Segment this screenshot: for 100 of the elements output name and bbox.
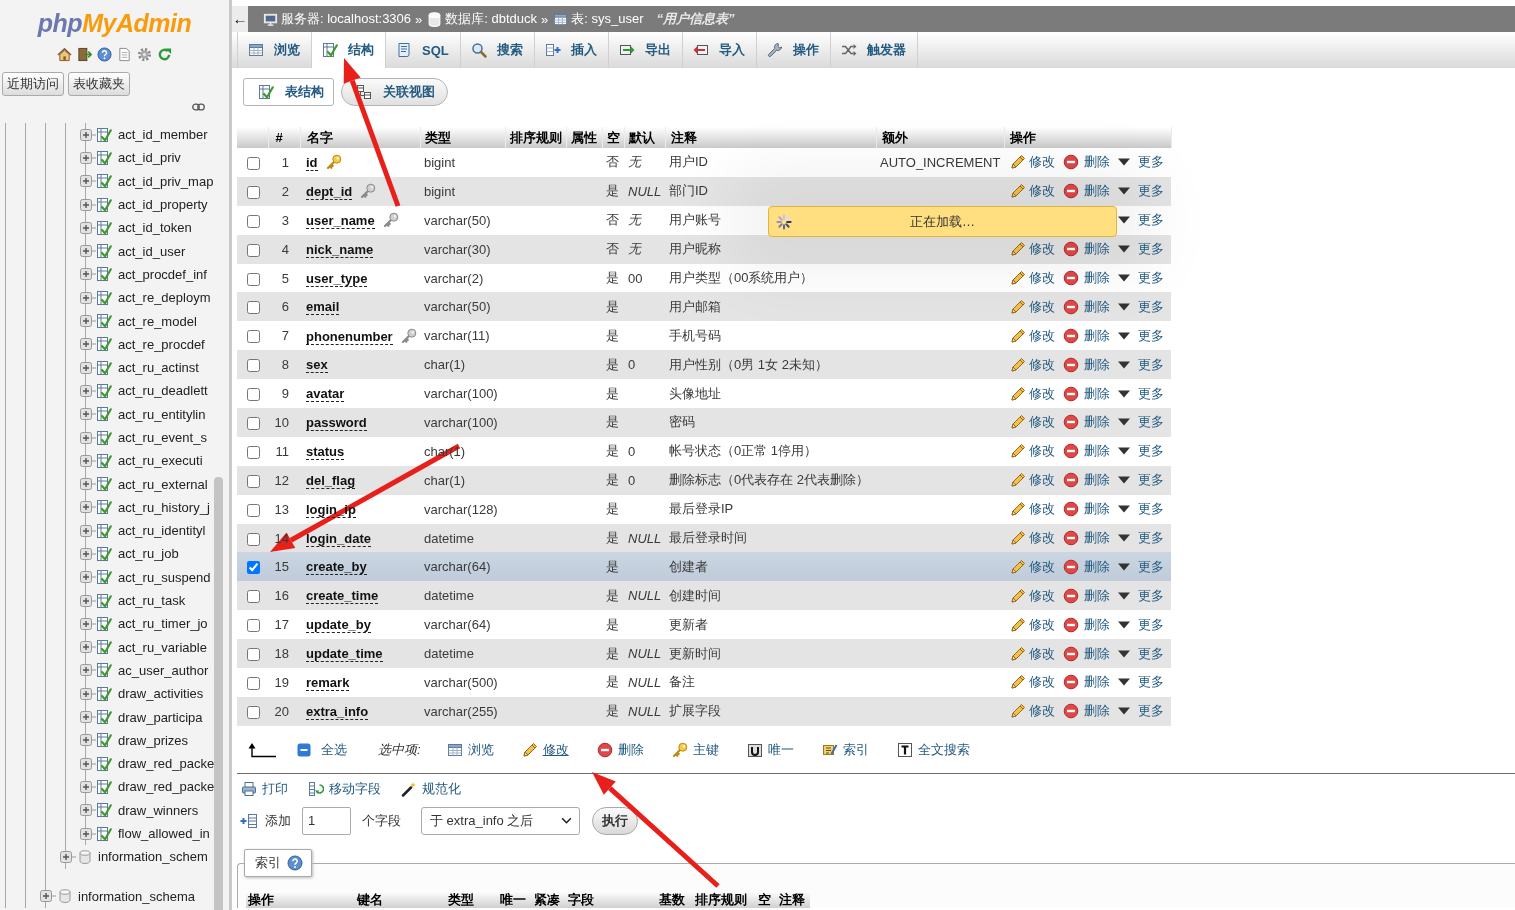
delete-link[interactable]: 删除 (1063, 153, 1118, 172)
edit-link[interactable]: 修改 (1010, 355, 1063, 374)
edit-link[interactable]: 修改 (521, 740, 569, 759)
delete-link[interactable]: 删除 (1063, 442, 1118, 461)
more-link[interactable]: 更多 (1118, 355, 1168, 374)
sidebar-table-link[interactable]: act_ru_job (118, 546, 179, 562)
delete-link[interactable]: 删除 (1063, 702, 1118, 721)
normalize-link[interactable]: 规范化 (401, 779, 461, 798)
edit-link[interactable]: 修改 (1010, 384, 1063, 403)
row-checkbox[interactable] (246, 156, 260, 170)
tab[interactable]: 触发器 (830, 32, 918, 68)
select-all-button[interactable]: 全选 (297, 740, 347, 759)
plus-box-icon[interactable] (80, 268, 96, 281)
delete-link[interactable]: 删除 (1063, 326, 1118, 345)
tab[interactable]: 搜索 (460, 32, 535, 68)
unique-link[interactable]: 唯一 (746, 740, 794, 759)
sidebar-table-link[interactable]: act_re_deploym (118, 290, 211, 306)
plus-box-icon[interactable] (80, 641, 96, 654)
edit-link[interactable]: 修改 (1010, 500, 1063, 519)
more-link[interactable]: 更多 (1118, 153, 1168, 172)
sidebar-table-link[interactable]: act_procdef_inf (118, 266, 207, 282)
execute-button[interactable]: 执行 (592, 806, 638, 835)
sidebar-database-link[interactable]: information_schema (78, 888, 196, 904)
sidebar-table-link[interactable]: act_id_priv (118, 150, 181, 166)
more-link[interactable]: 更多 (1118, 297, 1168, 316)
more-link[interactable]: 更多 (1118, 182, 1168, 201)
more-link[interactable]: 更多 (1118, 326, 1168, 345)
row-checkbox[interactable] (246, 532, 260, 546)
primary-key-link[interactable]: 主键 (671, 740, 719, 759)
table-row[interactable]: 10 password varchar(100) 是 密码 修改 删除 更多 (237, 408, 1171, 437)
plus-box-icon[interactable] (80, 687, 96, 700)
sidebar-table-link[interactable]: draw_activities (118, 686, 204, 702)
plus-box-icon[interactable] (80, 594, 96, 607)
sidebar-button[interactable]: 表收藏夹 (68, 72, 130, 96)
sidebar-table-link[interactable]: act_ru_suspend (118, 569, 211, 585)
more-link[interactable]: 更多 (1118, 269, 1168, 287)
table-row[interactable]: 20 extra_info varchar(255) 是 NULL 扩展字段 修改 删除 更多 (237, 696, 1171, 726)
move-columns-link[interactable]: 移动字段 (308, 779, 381, 798)
delete-link[interactable]: 删除 (1063, 413, 1118, 432)
plus-box-icon[interactable] (80, 711, 96, 724)
tab[interactable]: SQL (386, 32, 461, 68)
sidebar-table-link[interactable]: act_re_model (118, 313, 197, 329)
delete-link[interactable]: 删除 (1063, 471, 1118, 490)
delete-link[interactable]: 删除 (1063, 586, 1118, 605)
more-link[interactable]: 更多 (1118, 529, 1168, 547)
plus-box-icon[interactable] (80, 384, 96, 397)
tab[interactable]: 插入 (534, 32, 609, 68)
settings-icon[interactable] (137, 47, 152, 62)
row-checkbox[interactable] (246, 648, 260, 662)
print-link[interactable]: 打印 (241, 779, 288, 798)
row-checkbox[interactable] (246, 474, 260, 488)
sidebar-table-link[interactable]: draw_winners (118, 802, 199, 818)
sidebar-table-link[interactable]: act_id_user (118, 243, 186, 259)
plus-box-icon[interactable] (80, 478, 96, 491)
edit-link[interactable]: 修改 (1010, 557, 1063, 576)
sidebar-table-link[interactable]: act_id_priv_map (118, 173, 214, 189)
sidebar-table-link[interactable]: act_ru_identityl (118, 523, 206, 539)
sidebar-table-link[interactable]: act_ru_executi (118, 453, 203, 469)
table-row[interactable]: 16 create_time datetime 是 NULL 创建时间 修改 删除 更多 (237, 581, 1171, 611)
more-link[interactable]: 更多 (1118, 586, 1168, 605)
sidebar-table-link[interactable]: act_ru_task (118, 593, 186, 609)
sidebar-table-link[interactable]: act_id_property (118, 197, 208, 213)
sidebar-table-link[interactable]: draw_red_packe (118, 779, 214, 795)
plus-box-icon[interactable] (80, 198, 96, 211)
plus-box-icon[interactable] (80, 757, 96, 770)
edit-link[interactable]: 修改 (1010, 673, 1063, 692)
more-link[interactable]: 更多 (1118, 557, 1168, 576)
sidebar-database-link[interactable]: information_schem (98, 849, 208, 865)
plus-box-icon[interactable] (80, 221, 96, 234)
table-row[interactable]: 12 del_flag char(1) 是 0 删除标志（0代表存在 2代表删除） 修改 删除 更多 (237, 465, 1171, 495)
subtab[interactable]: 表结构 (243, 78, 334, 106)
delete-link[interactable]: 删除 (1063, 500, 1118, 519)
row-checkbox[interactable] (246, 417, 260, 430)
sidebar-table-link[interactable]: act_ru_variable (118, 639, 207, 655)
delete-link[interactable]: 删除 (1063, 182, 1118, 201)
delete-link[interactable]: 删除 (1063, 240, 1118, 259)
plus-box-icon[interactable] (80, 524, 96, 537)
plus-box-icon[interactable] (80, 571, 96, 584)
more-link[interactable]: 更多 (1118, 211, 1168, 230)
plus-box-icon[interactable] (80, 454, 96, 467)
edit-link[interactable]: 修改 (1010, 702, 1063, 721)
sidebar-table-link[interactable]: act_re_procdef (118, 336, 205, 352)
edit-link[interactable]: 修改 (1010, 269, 1063, 287)
row-checkbox[interactable] (246, 185, 260, 199)
back-button[interactable]: ← (232, 6, 248, 32)
plus-box-icon[interactable] (80, 175, 96, 188)
edit-link[interactable]: 修改 (1010, 615, 1063, 634)
tab[interactable]: 结构 (312, 32, 386, 68)
breadcrumb-link[interactable]: 服务器: localhost:3306 (281, 10, 412, 28)
sidebar-table-link[interactable]: ac_user_author (118, 662, 209, 678)
more-link[interactable]: 更多 (1118, 673, 1168, 692)
edit-link[interactable]: 修改 (1010, 182, 1063, 201)
sidebar-table-link[interactable]: act_ru_event_s (118, 430, 207, 445)
table-row[interactable]: 17 update_by varchar(64) 是 更新者 修改 删除 更多 (237, 610, 1171, 640)
fulltext-link[interactable]: 全文搜索 (896, 740, 970, 759)
plus-box-icon[interactable] (80, 827, 96, 840)
plus-box-icon[interactable] (80, 245, 96, 258)
table-row[interactable]: 9 avatar varchar(100) 是 头像地址 修改 删除 更多 (237, 379, 1171, 408)
table-row[interactable]: 18 update_time datetime 是 NULL 更新时间 修改 删除 更多 (237, 639, 1171, 669)
row-checkbox[interactable] (246, 561, 260, 575)
